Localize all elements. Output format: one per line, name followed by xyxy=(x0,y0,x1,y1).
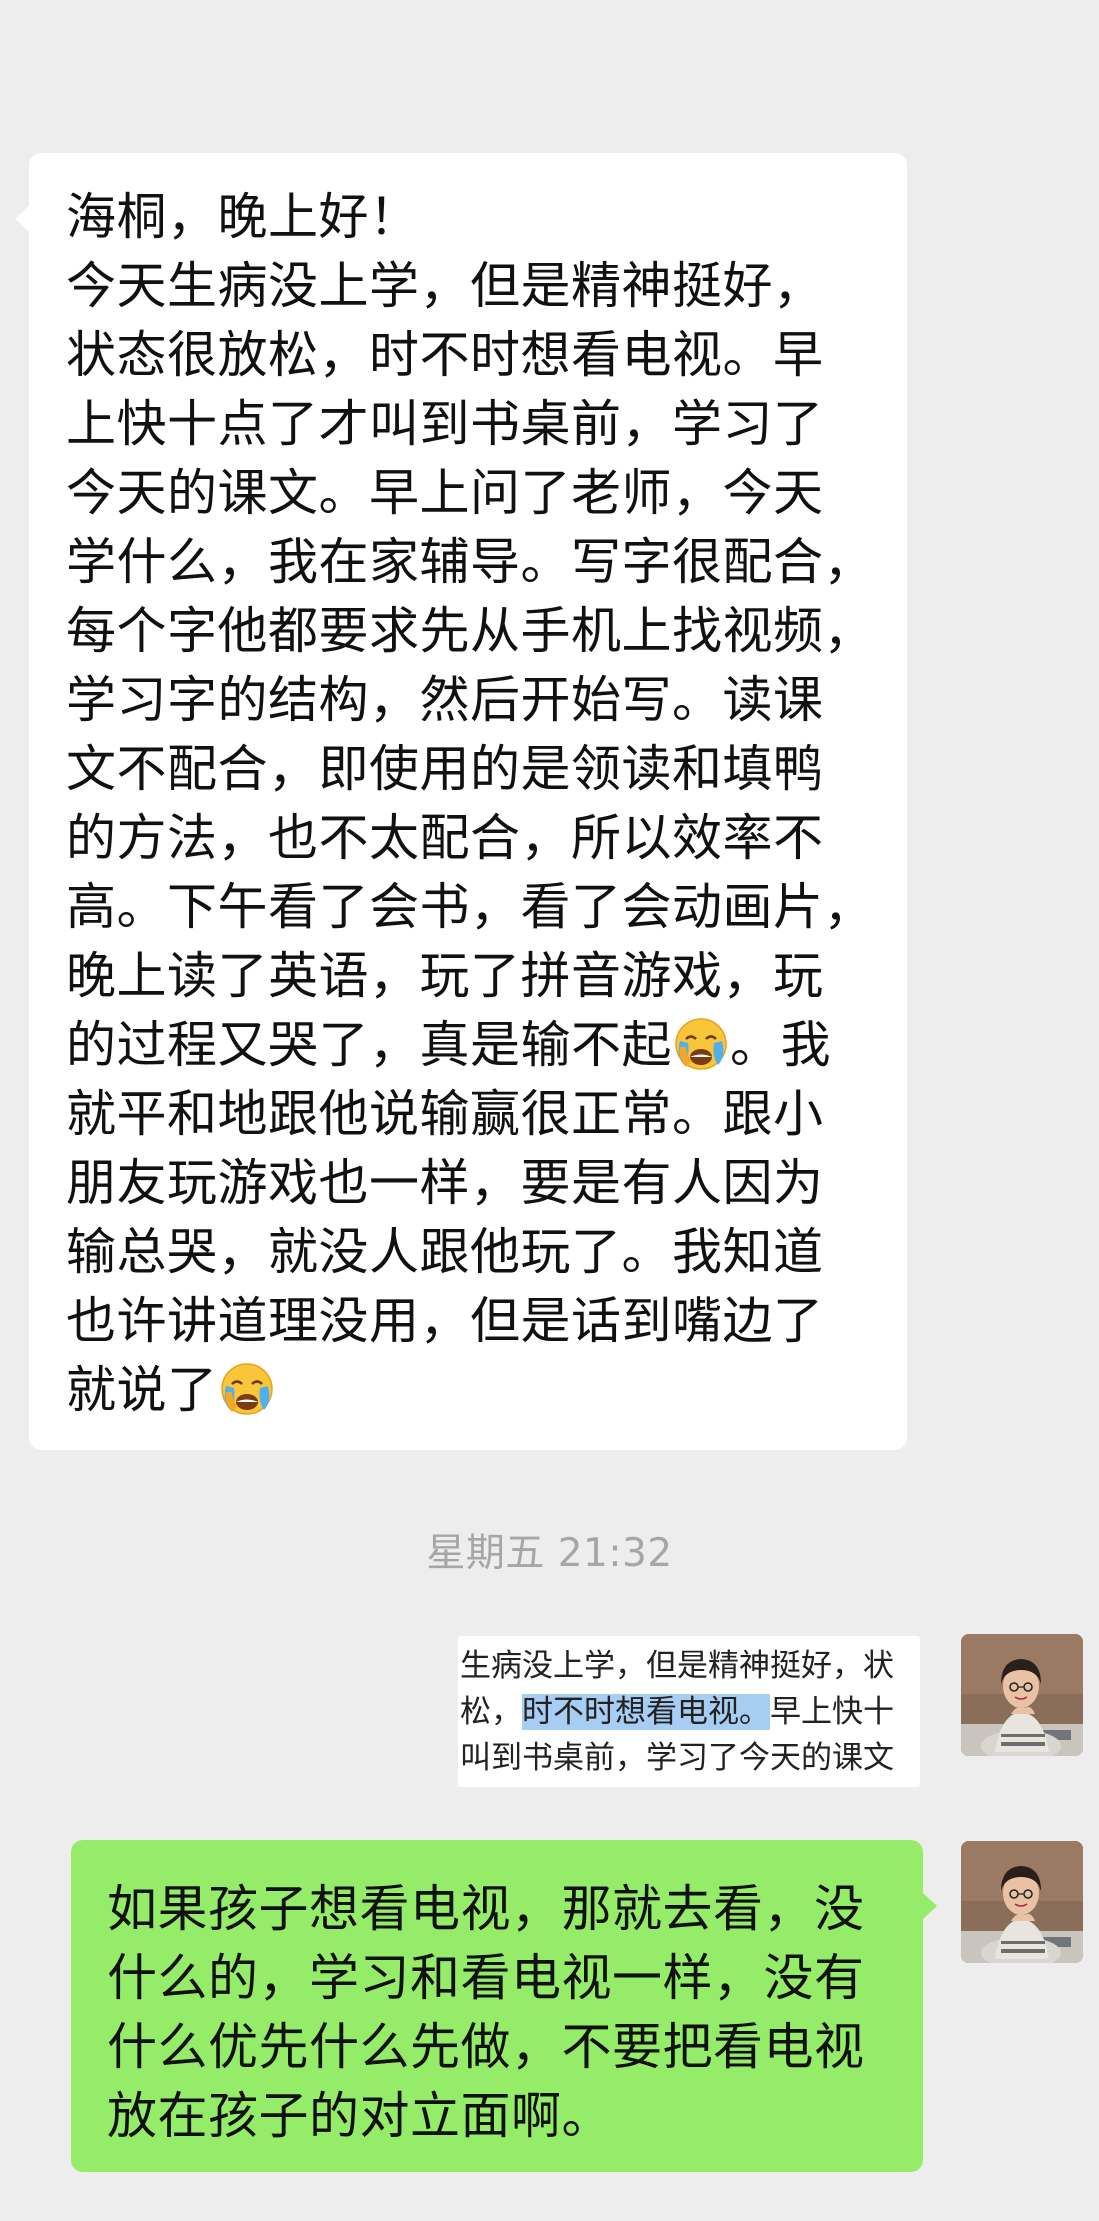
quoted-line-2-before: 松， xyxy=(460,1694,522,1730)
outgoing-message-text: 如果孩子想看电视，那就去看，没 什么的，学习和看电视一样，没有 什么优先什么先做… xyxy=(107,1880,865,2145)
sender-avatar[interactable] xyxy=(961,1634,1083,1756)
loudly-crying-face-icon xyxy=(674,1017,728,1071)
quoted-line-2: 松，时不时想看电视。早上快十 xyxy=(460,1692,894,1732)
quoted-line-1: 生病没上学，但是精神挺好，状 xyxy=(460,1648,894,1684)
sender-avatar[interactable] xyxy=(961,1841,1083,1963)
quoted-line-2-after: 早上快十 xyxy=(770,1694,894,1730)
avatar-photo-icon xyxy=(961,1841,1083,1963)
quoted-excerpt-image[interactable]: 生病没上学，但是精神挺好，状 松，时不时想看电视。早上快十 叫到书桌前，学习了今… xyxy=(458,1636,920,1787)
incoming-message-text: 海桐，晚上好！ 今天生病没上学，但是精神挺好， 状态很放松，时不时想看电视。早 … xyxy=(66,183,881,1425)
incoming-message-bubble[interactable]: 海桐，晚上好！ 今天生病没上学，但是精神挺好， 状态很放松，时不时想看电视。早 … xyxy=(15,153,907,1450)
message-timestamp: 星期五 21:32 xyxy=(426,1531,673,1576)
incoming-message-part1: 海桐，晚上好！ 今天生病没上学，但是精神挺好， 状态很放松，时不时想看电视。早 … xyxy=(66,188,874,1074)
loudly-crying-face-icon xyxy=(220,1362,273,1416)
outgoing-message-bubble[interactable]: 如果孩子想看电视，那就去看，没 什么的，学习和看电视一样，没有 什么优先什么先做… xyxy=(71,1840,937,2172)
incoming-message-part2: 。我 就平和地跟他说输赢很正常。跟小 朋友玩游戏也一样，要是有人因为 输总哭，就… xyxy=(66,1016,831,1419)
avatar-photo-icon xyxy=(961,1634,1083,1756)
quoted-line-3: 叫到书桌前，学习了今天的课文 xyxy=(460,1740,894,1776)
highlighted-text: 时不时想看电视。 xyxy=(522,1694,770,1730)
